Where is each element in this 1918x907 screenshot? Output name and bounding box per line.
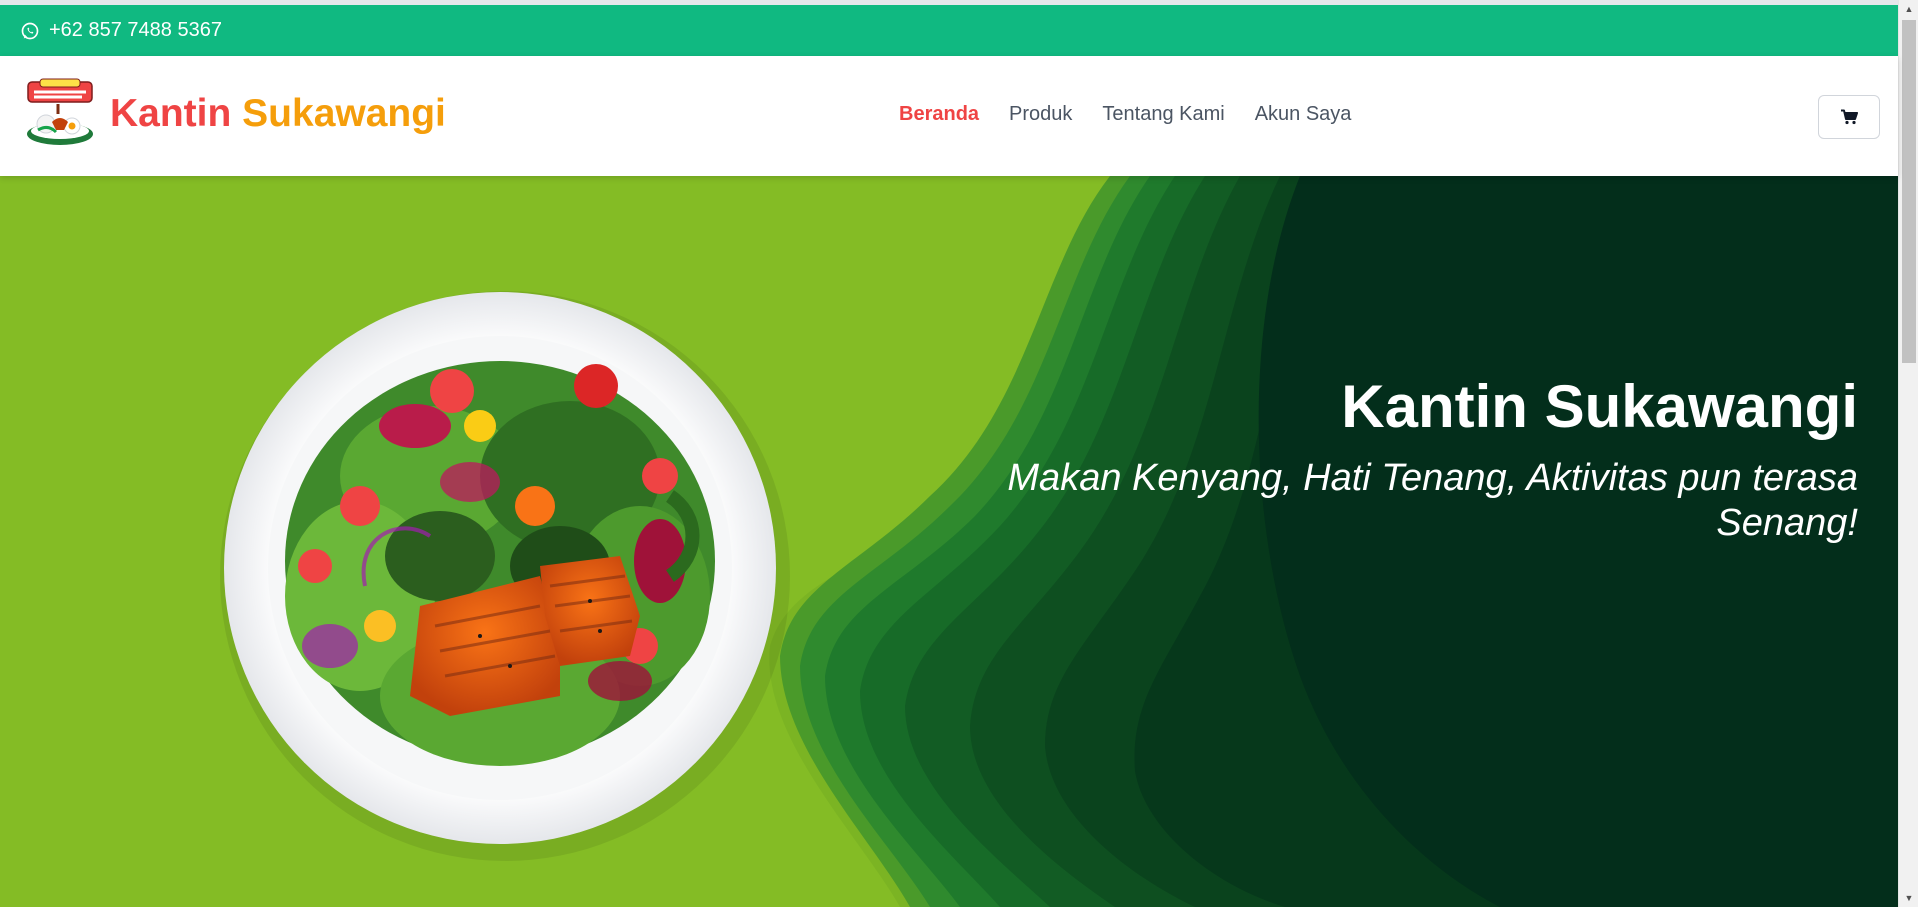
scroll-down-arrow-icon[interactable]: ▼ — [1899, 889, 1918, 907]
nav-item-akun-saya[interactable]: Akun Saya — [1255, 103, 1352, 126]
nav-menu: Beranda Produk Tentang Kami Akun Saya — [899, 103, 1381, 126]
nav-item-produk[interactable]: Produk — [1009, 103, 1072, 126]
brand-name-part2: Sukawangi — [242, 92, 446, 135]
brand-name: Kantin Sukawangi — [110, 92, 446, 136]
brand-logo — [27, 78, 93, 145]
contact-topbar: +62 857 7488 5367 — [0, 5, 1898, 56]
phone-number[interactable]: +62 857 7488 5367 — [49, 19, 222, 42]
scrollbar-thumb[interactable] — [1902, 20, 1916, 363]
main-navbar: Kantin Sukawangi Beranda Produk Tentang … — [0, 56, 1898, 176]
whatsapp-icon — [20, 21, 40, 41]
page-scrollbar[interactable]: ▲ ▼ — [1898, 0, 1918, 907]
nav-item-beranda[interactable]: Beranda — [899, 103, 979, 126]
hero-title: Kantin Sukawangi — [1341, 373, 1858, 440]
cart-button[interactable] — [1818, 95, 1880, 139]
scroll-up-arrow-icon[interactable]: ▲ — [1899, 0, 1918, 18]
nav-item-tentang-kami[interactable]: Tentang Kami — [1102, 103, 1224, 126]
brand-link[interactable]: Kantin Sukawangi — [24, 78, 446, 150]
hero-banner: Kantin Sukawangi Makan Kenyang, Hati Ten… — [0, 176, 1898, 907]
hero-subtitle: Makan Kenyang, Hati Tenang, Aktivitas pu… — [1007, 457, 1858, 544]
shopping-cart-icon — [1841, 109, 1858, 125]
brand-name-part1: Kantin — [110, 92, 232, 135]
